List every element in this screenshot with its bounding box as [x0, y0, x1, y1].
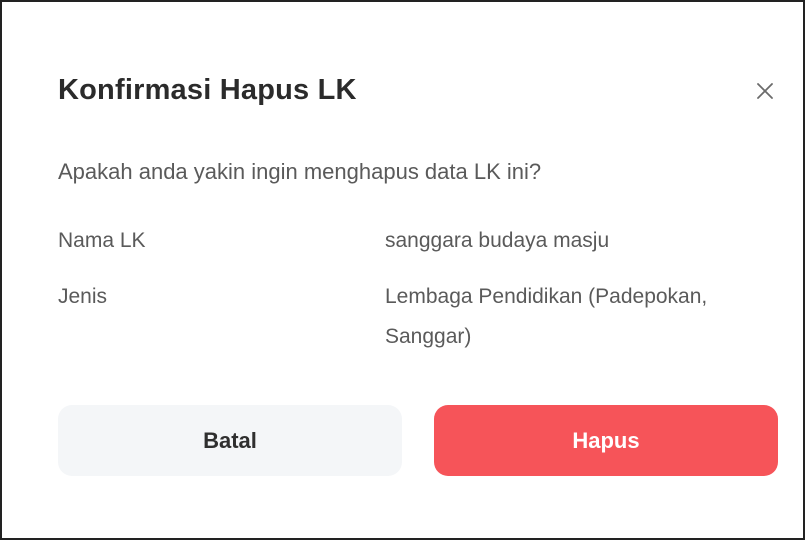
dialog-title: Konfirmasi Hapus LK [58, 74, 357, 106]
field-value-jenis: Lembaga Pendidikan (Padepokan, Sanggar) [385, 285, 708, 348]
delete-confirmation-dialog: Konfirmasi Hapus LK Apakah anda yakin in… [0, 0, 805, 515]
field-value-nama-lk: sanggara budaya masju [385, 229, 610, 252]
close-icon[interactable] [752, 78, 778, 104]
confirmation-message: Apakah anda yakin ingin menghapus data L… [58, 159, 542, 184]
cancel-button[interactable]: Batal [58, 405, 402, 476]
field-label-jenis: Jenis [58, 285, 108, 308]
delete-button[interactable]: Hapus [434, 405, 778, 476]
field-label-nama-lk: Nama LK [58, 229, 146, 252]
